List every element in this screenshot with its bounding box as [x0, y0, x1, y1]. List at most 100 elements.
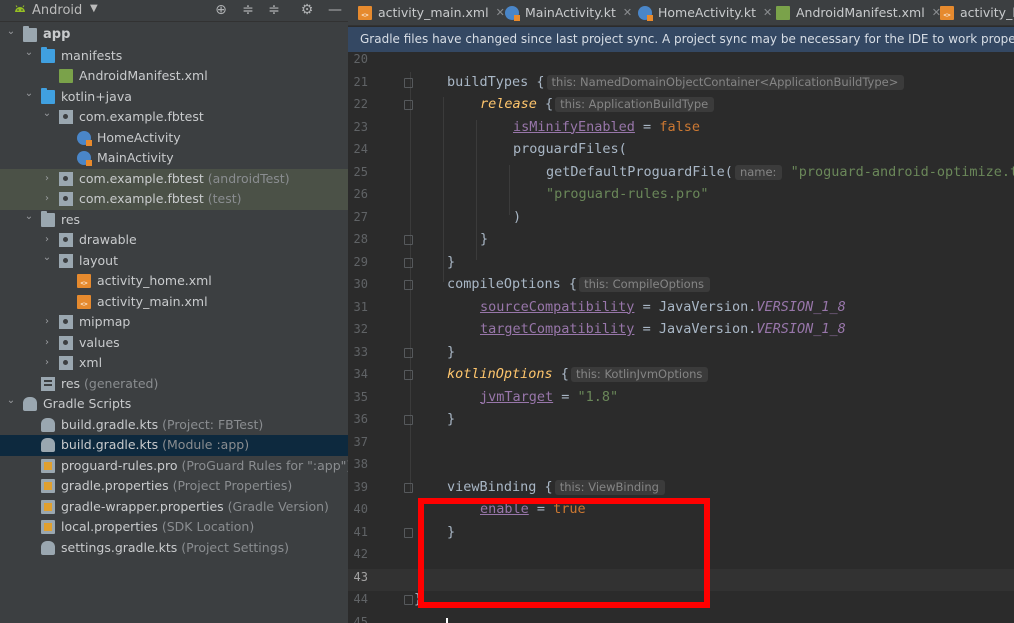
fold-marker-icon[interactable] — [404, 415, 413, 425]
chevron-down-icon[interactable]: ⌄ — [24, 84, 34, 104]
chevron-down-icon[interactable]: ⌄ — [42, 104, 52, 124]
code-line[interactable]: 26 "proguard-rules.pro" — [348, 186, 1014, 209]
code-line[interactable]: 35 jvmTarget = "1.8" — [348, 389, 1014, 412]
module-folder-icon — [23, 26, 37, 42]
tree-item[interactable]: res (generated) — [0, 374, 348, 395]
chevron-down-icon[interactable]: ⌄ — [6, 391, 16, 411]
tree-item[interactable]: › drawable — [0, 230, 348, 251]
tree-item[interactable]: ⌄ app — [0, 25, 348, 46]
locate-target-icon[interactable]: ⊕ — [213, 2, 229, 18]
tree-item[interactable]: ⌄ Gradle Scripts — [0, 394, 348, 415]
code-line[interactable]: 37 — [348, 434, 1014, 457]
close-icon[interactable]: ✕ — [496, 6, 505, 19]
code-line[interactable]: 36} — [348, 411, 1014, 434]
close-icon[interactable]: ✕ — [763, 6, 772, 19]
code-line[interactable]: 31 sourceCompatibility = JavaVersion.VERS… — [348, 299, 1014, 322]
tree-item[interactable]: ⌄ layout — [0, 251, 348, 272]
code-line[interactable]: 20 — [348, 51, 1014, 74]
tree-item[interactable]: › com.example.fbtest (test) — [0, 189, 348, 210]
editor-tab[interactable]: HomeActivity.kt ✕ — [638, 0, 772, 25]
collapse-all-icon[interactable]: ≑ — [266, 2, 282, 18]
fold-marker-icon[interactable] — [404, 370, 413, 380]
tree-item[interactable]: › mipmap — [0, 312, 348, 333]
tree-item[interactable]: activity_main.xml — [0, 292, 348, 313]
tree-item[interactable]: ⌄ res — [0, 210, 348, 231]
editor-tab[interactable]: activity_main.xml ✕ — [358, 0, 505, 25]
chevron-right-icon[interactable]: › — [42, 333, 52, 353]
code-line[interactable]: 32 targetCompatibility = JavaVersion.VERS… — [348, 321, 1014, 344]
tree-item[interactable]: gradle.properties (Project Properties) — [0, 476, 348, 497]
code-text: ) — [513, 209, 521, 225]
editor-tab[interactable]: activity_h — [940, 0, 1014, 25]
expand-all-icon[interactable]: ≑ — [240, 2, 256, 18]
tree-item[interactable]: › xml — [0, 353, 348, 374]
editor-tab-label: activity_h — [960, 5, 1014, 20]
fold-marker-icon[interactable] — [404, 595, 413, 605]
fold-marker-icon[interactable] — [404, 482, 413, 493]
gear-icon[interactable]: ⚙ — [299, 2, 315, 18]
code-line[interactable]: 24 proguardFiles( — [348, 141, 1014, 164]
fold-marker-icon[interactable] — [404, 77, 413, 88]
code-line[interactable]: 38 — [348, 456, 1014, 479]
code-line[interactable]: 34 kotlinOptions {this: KotlinJvmOptions — [348, 366, 1014, 389]
chevron-right-icon[interactable]: › — [42, 312, 52, 332]
chevron-down-icon[interactable]: ⌄ — [24, 43, 34, 63]
chevron-down-icon[interactable]: ⌄ — [24, 207, 34, 227]
tree-item[interactable]: › com.example.fbtest (androidTest) — [0, 168, 348, 189]
code-line[interactable]: 23 isMinifyEnabled = false — [348, 119, 1014, 142]
tree-item-name: xml — [79, 355, 103, 370]
tree-item[interactable]: gradle-wrapper.properties (Gradle Versio… — [0, 497, 348, 518]
fold-marker-icon[interactable] — [404, 235, 413, 245]
tree-item[interactable]: activity_home.xml — [0, 271, 348, 292]
code-editor[interactable]: 20 21 buildTypes {this: NamedDomainObjectC… — [348, 52, 1014, 623]
tree-item[interactable]: build.gradle.kts (Project: FBTest) — [0, 415, 348, 436]
tree-item[interactable]: settings.gradle.kts (Project Settings) — [0, 538, 348, 559]
code-line[interactable]: 44} — [348, 591, 1014, 614]
code-line[interactable]: 41} — [348, 524, 1014, 547]
editor-tab[interactable]: AndroidManifest.xml ✕ — [776, 0, 941, 25]
chevron-right-icon[interactable]: › — [42, 353, 52, 373]
code-text: compileOptions {this: CompileOptions — [447, 276, 710, 292]
fold-marker-icon[interactable] — [404, 280, 413, 290]
code-line[interactable]: 39 viewBinding {this: ViewBinding — [348, 479, 1014, 502]
code-token: "1.8" — [577, 388, 619, 405]
code-line[interactable]: 21 buildTypes {this: NamedDomainObjectCon… — [348, 74, 1014, 97]
fold-marker-icon[interactable] — [404, 100, 413, 110]
code-line[interactable]: 28} — [348, 231, 1014, 254]
code-line[interactable]: 29} — [348, 254, 1014, 277]
chevron-down-icon[interactable]: ⌄ — [6, 22, 16, 42]
close-icon[interactable]: ✕ — [623, 6, 632, 19]
line-number: 27 — [353, 209, 368, 224]
tree-item[interactable]: ⌄ manifests — [0, 46, 348, 67]
fold-marker-icon[interactable] — [404, 347, 413, 358]
fold-marker-icon[interactable] — [404, 527, 413, 538]
chevron-down-icon[interactable]: ⌄ — [42, 248, 52, 268]
tree-item[interactable]: build.gradle.kts (Module :app) — [0, 435, 348, 456]
chevron-right-icon[interactable]: › — [42, 169, 52, 189]
minimize-icon[interactable]: — — [327, 2, 343, 18]
project-view-selector[interactable]: Android — [32, 3, 82, 18]
line-number: 42 — [353, 547, 368, 561]
tree-item-name: manifests — [61, 47, 123, 63]
tree-item[interactable]: MainActivity — [0, 148, 348, 169]
code-line[interactable]: 43 — [348, 568, 1014, 591]
chevron-down-icon[interactable]: ▼ — [90, 3, 98, 14]
chevron-right-icon[interactable]: › — [42, 189, 52, 209]
code-line[interactable]: 22 release {this: ApplicationBuildType — [348, 96, 1014, 119]
editor-tab[interactable]: MainActivity.kt ✕ — [505, 0, 632, 25]
code-line[interactable]: 27) — [348, 209, 1014, 232]
tree-item[interactable]: HomeActivity — [0, 128, 348, 149]
code-line[interactable]: 40 enable = true — [348, 501, 1014, 524]
tree-item[interactable]: ⌄ kotlin+java — [0, 87, 348, 108]
fold-marker-icon[interactable] — [404, 257, 413, 268]
tree-item[interactable]: local.properties (SDK Location) — [0, 517, 348, 538]
tree-item[interactable]: AndroidManifest.xml — [0, 66, 348, 87]
code-line[interactable]: 33} — [348, 344, 1014, 367]
code-token: targetCompatibility — [480, 321, 635, 337]
tree-item[interactable]: ⌄ com.example.fbtest — [0, 107, 348, 128]
code-line[interactable]: 42 — [348, 546, 1014, 569]
tree-item[interactable]: proguard-rules.pro (ProGuard Rules for "… — [0, 456, 348, 477]
tree-item[interactable]: › values — [0, 333, 348, 354]
code-line[interactable]: 25 getDefaultProguardFile(name: "proguard… — [348, 164, 1014, 187]
code-line[interactable]: 30 compileOptions {this: CompileOptions — [348, 276, 1014, 299]
